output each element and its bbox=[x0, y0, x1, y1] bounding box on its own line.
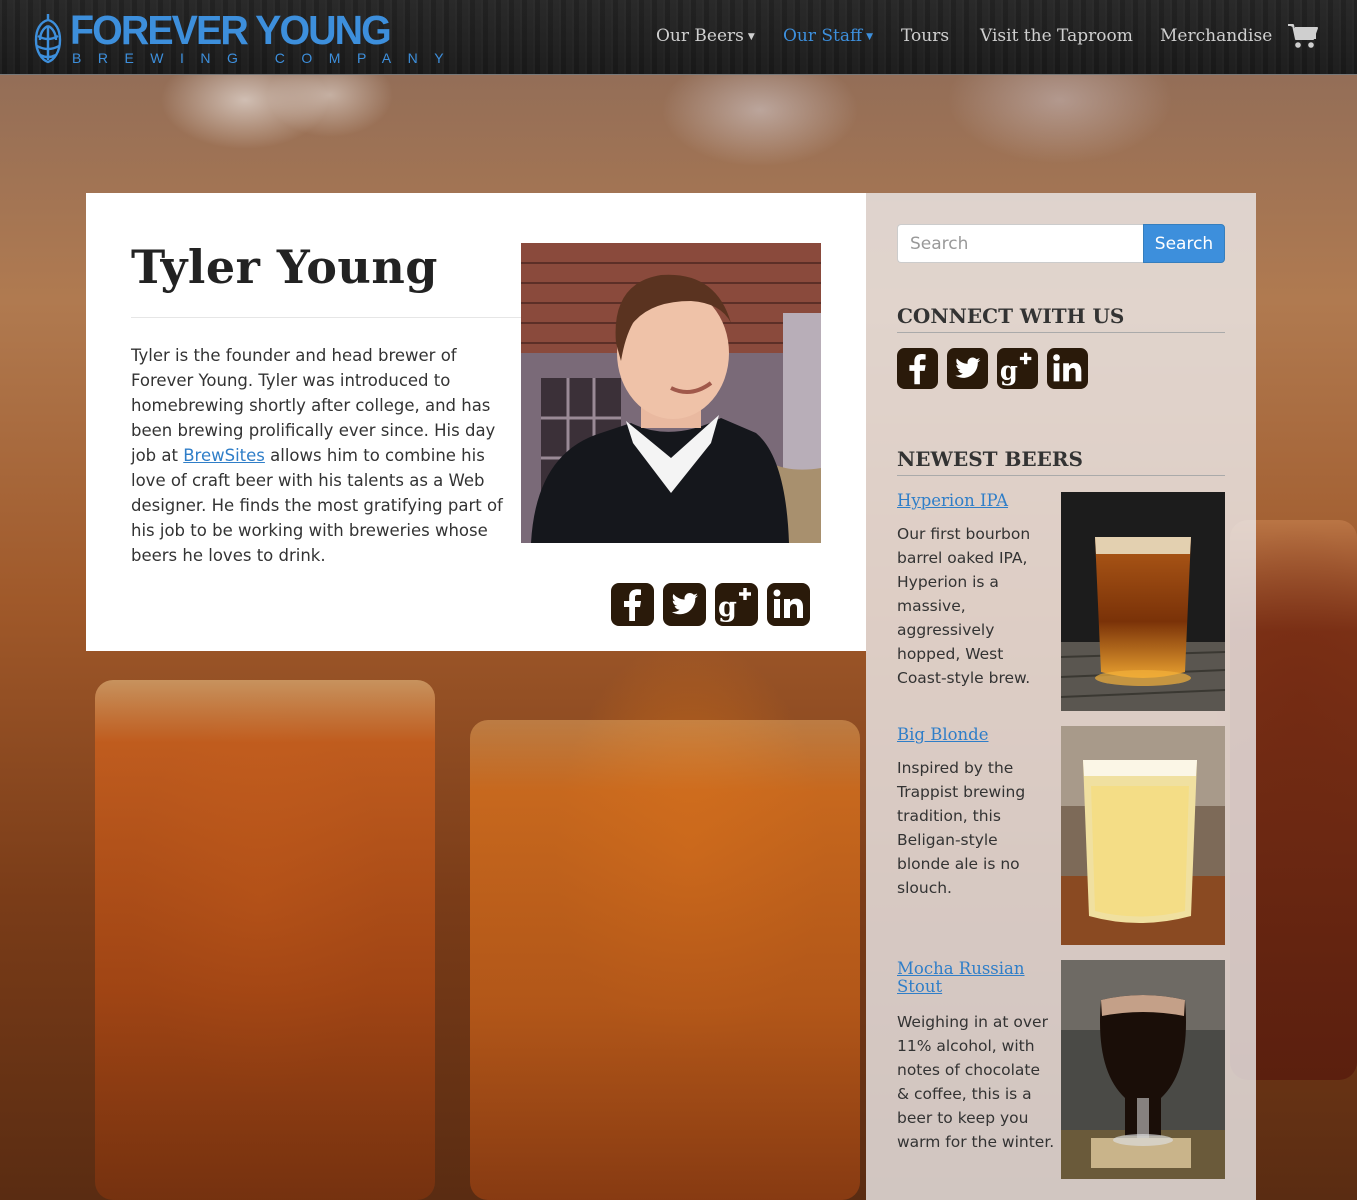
linkedin-icon[interactable] bbox=[1047, 348, 1088, 389]
connect-social-links: g bbox=[897, 348, 1097, 390]
brewsites-link[interactable]: BrewSites bbox=[183, 446, 265, 465]
nav-label: Tours bbox=[901, 26, 950, 46]
nav-label: Our Staff bbox=[783, 26, 863, 46]
staff-profile-card: Tyler Young Tyler is the founder and hea… bbox=[86, 193, 866, 651]
nav-label: Our Beers bbox=[656, 26, 744, 46]
facebook-icon[interactable] bbox=[611, 583, 654, 626]
caret-down-icon: ▼ bbox=[866, 31, 874, 42]
beer-photo[interactable] bbox=[1061, 492, 1225, 711]
caret-down-icon: ▼ bbox=[747, 31, 755, 42]
beer-title-link[interactable]: Hyperion IPA bbox=[897, 492, 1047, 510]
top-navbar: FOREVER YOUNG BREWING COMPANY Our Beers ▼… bbox=[0, 0, 1357, 75]
search-button[interactable]: Search bbox=[1143, 224, 1225, 263]
sidebar: Search CONNECT WITH US g NEWEST BEERS Hy… bbox=[866, 193, 1256, 1200]
nav-merchandise[interactable]: Merchandise bbox=[1160, 25, 1272, 47]
google-plus-icon[interactable]: g bbox=[715, 583, 758, 626]
connect-heading: CONNECT WITH US bbox=[897, 303, 1225, 333]
staff-bio: Tyler is the founder and head brewer of … bbox=[131, 343, 506, 568]
facebook-icon[interactable] bbox=[897, 348, 938, 389]
staff-social-links: g bbox=[611, 583, 811, 627]
hop-icon bbox=[34, 14, 62, 64]
brand-name: FOREVER YOUNG bbox=[70, 7, 392, 53]
shopping-cart-icon[interactable] bbox=[1287, 22, 1319, 50]
linkedin-icon[interactable] bbox=[767, 583, 810, 626]
brand-logo[interactable]: FOREVER YOUNG BREWING COMPANY bbox=[30, 7, 444, 68]
beer-glass-image bbox=[470, 720, 860, 1200]
divider bbox=[131, 317, 521, 318]
page-title: Tyler Young bbox=[131, 240, 438, 294]
search-input[interactable] bbox=[897, 224, 1144, 263]
beer-description: Inspired by the Trappist brewing traditi… bbox=[897, 759, 1026, 897]
nav-label: Visit the Taproom bbox=[980, 26, 1133, 46]
svg-text:g: g bbox=[1000, 356, 1018, 386]
nav-label: Merchandise bbox=[1160, 26, 1273, 46]
staff-photo bbox=[521, 243, 821, 543]
brand-tagline: BREWING COMPANY bbox=[72, 50, 461, 66]
beer-title-link[interactable]: Big Blonde bbox=[897, 726, 1047, 744]
nav-our-staff[interactable]: Our Staff ▼ bbox=[783, 25, 873, 48]
beer-photo[interactable] bbox=[1061, 960, 1225, 1179]
beer-description: Our first bourbon barrel oaked IPA, Hype… bbox=[897, 525, 1031, 687]
beer-title-link[interactable]: Mocha Russian Stout bbox=[897, 960, 1047, 996]
nav-visit-taproom[interactable]: Visit the Taproom bbox=[980, 25, 1133, 47]
beer-photo[interactable] bbox=[1061, 726, 1225, 945]
google-plus-icon[interactable]: g bbox=[997, 348, 1038, 389]
newest-beers-heading: NEWEST BEERS bbox=[897, 446, 1225, 476]
beer-description: Weighing in at over 11% alcohol, with no… bbox=[897, 1013, 1055, 1151]
twitter-icon[interactable] bbox=[947, 348, 988, 389]
twitter-icon[interactable] bbox=[663, 583, 706, 626]
nav-our-beers[interactable]: Our Beers ▼ bbox=[656, 25, 755, 48]
nav-tours[interactable]: Tours bbox=[901, 25, 949, 47]
svg-text:g: g bbox=[718, 592, 737, 623]
beer-glass-image bbox=[95, 680, 435, 1200]
